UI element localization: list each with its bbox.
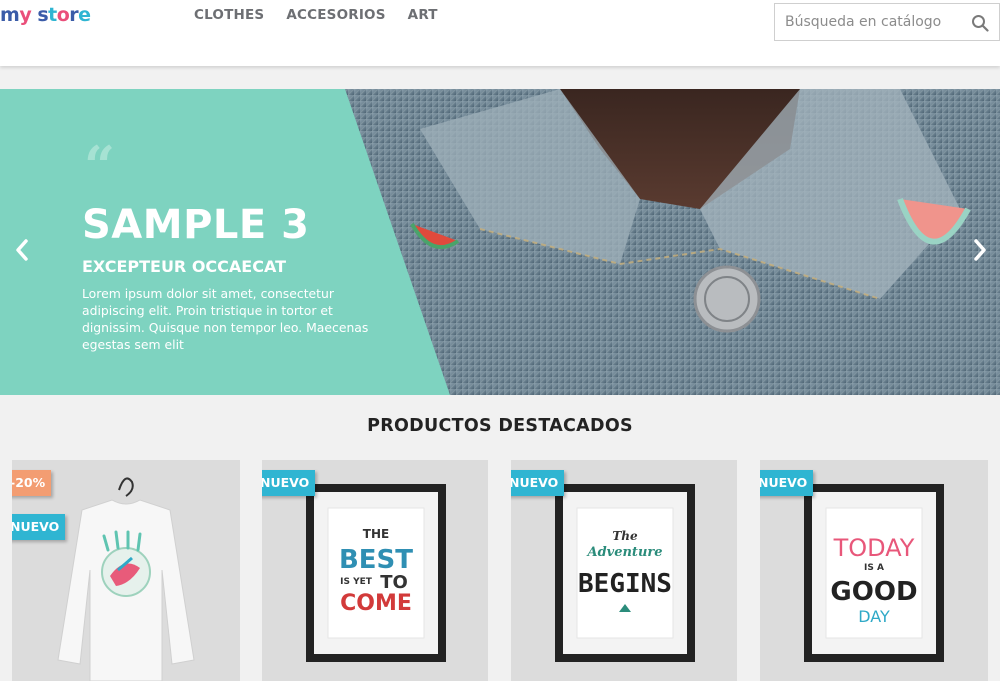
- main-nav: CLOTHES ACCESORIOS ART: [194, 6, 438, 24]
- poster-line: COME: [340, 591, 412, 616]
- quote-icon: “: [84, 134, 116, 198]
- poster-line: TODAY: [833, 534, 915, 562]
- slider-next-arrow-icon[interactable]: [970, 233, 990, 267]
- store-logo[interactable]: my store: [0, 2, 92, 32]
- nav-item-accesorios[interactable]: ACCESORIOS: [286, 6, 385, 24]
- search-icon[interactable]: [971, 14, 989, 32]
- search-input[interactable]: [775, 4, 965, 40]
- header: my store CLOTHES ACCESORIOS ART: [0, 0, 1000, 66]
- product-card[interactable]: -20% NUEVO: [12, 460, 240, 681]
- nav-item-clothes[interactable]: CLOTHES: [194, 6, 264, 24]
- slide-description: Lorem ipsum dolor sit amet, consectetur …: [82, 286, 369, 352]
- poster-line: IS A: [864, 563, 884, 573]
- slide-subtitle: EXCEPTEUR OCCAECAT: [82, 257, 287, 276]
- svg-text:my store: my store: [0, 4, 91, 26]
- slide-title: SAMPLE 3: [82, 202, 310, 248]
- product-card[interactable]: TODAY IS A GOOD DAY NUEVO: [760, 460, 988, 681]
- poster-line: TO: [380, 572, 408, 593]
- poster-line: DAY: [858, 607, 890, 626]
- new-badge: NUEVO: [760, 470, 814, 496]
- product-card[interactable]: THE BEST IS YET TO COME NUEVO: [262, 460, 488, 681]
- hero-slider: “ SAMPLE 3 EXCEPTEUR OCCAECAT Lorem ipsu…: [0, 89, 1000, 395]
- product-card[interactable]: The Adventure BEGINS NUEVO: [511, 460, 737, 681]
- slider-prev-arrow-icon[interactable]: [12, 233, 32, 267]
- new-badge: NUEVO: [12, 514, 66, 540]
- poster-line: BEGINS: [578, 569, 672, 599]
- poster-line: GOOD: [830, 577, 917, 607]
- featured-products-title: PRODUCTOS DESTACADOS: [367, 416, 633, 436]
- store-logo-image: my store: [0, 4, 91, 26]
- poster-line: THE: [363, 527, 389, 541]
- new-badge: NUEVO: [262, 470, 316, 496]
- poster-line: Adventure: [585, 545, 662, 560]
- new-badge: NUEVO: [511, 470, 565, 496]
- discount-badge: -20%: [12, 470, 52, 496]
- poster-line: IS YET: [340, 577, 373, 587]
- nav-item-art[interactable]: ART: [408, 6, 438, 24]
- poster-line: BEST: [339, 545, 413, 575]
- poster-line: The: [612, 529, 638, 543]
- search-box: [774, 3, 1000, 41]
